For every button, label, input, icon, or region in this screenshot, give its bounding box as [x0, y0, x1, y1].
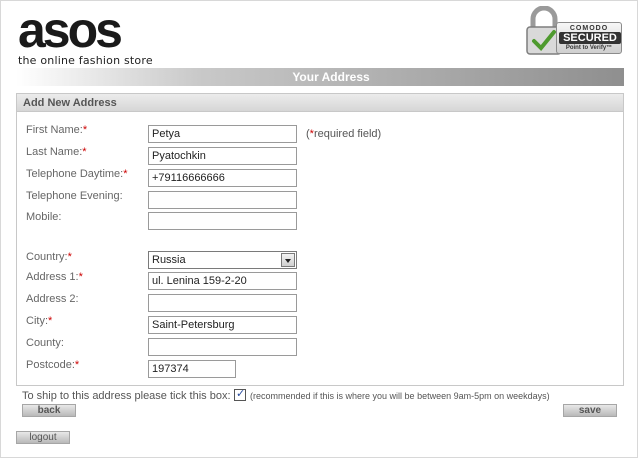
telephone-daytime-input[interactable]: +79116666666: [148, 169, 297, 187]
county-label: County:: [26, 337, 64, 349]
badge-secured: SECURED: [559, 32, 621, 44]
country-select[interactable]: Russia: [148, 251, 297, 269]
chevron-down-icon[interactable]: [281, 253, 295, 267]
address1-input[interactable]: ul. Lenina 159-2-20: [148, 272, 297, 290]
logo-text: asos: [18, 2, 123, 58]
telephone-evening-input[interactable]: [148, 191, 297, 209]
last-name-input[interactable]: Pyatochkin: [148, 147, 297, 165]
first-name-input[interactable]: Petya: [148, 125, 297, 143]
address1-label: Address 1:*: [26, 271, 83, 283]
country-label: Country:*: [26, 251, 72, 263]
telephone-daytime-label: Telephone Daytime:*: [26, 168, 128, 180]
badge-panel: COMODO SECURED Point to Verify™: [556, 22, 622, 54]
ship-checkbox-label: To ship to this address please tick this…: [22, 390, 231, 402]
required-field-note: (*required field): [306, 128, 382, 140]
form-heading: Add New Address: [23, 97, 117, 109]
logout-button[interactable]: logout: [16, 431, 70, 444]
city-input[interactable]: Saint-Petersburg: [148, 316, 297, 334]
comodo-secured-badge[interactable]: COMODO SECURED Point to Verify™: [524, 6, 624, 58]
logo-tagline: the online fashion store: [18, 54, 153, 67]
mobile-input[interactable]: [148, 212, 297, 230]
postcode-label: Postcode:*: [26, 359, 80, 371]
title-bar: Your Address: [16, 68, 624, 86]
page-title: Your Address: [292, 70, 370, 84]
address2-label: Address 2:: [26, 293, 79, 305]
ship-recommendation-note: (recommended if this is where you will b…: [250, 391, 550, 401]
back-button[interactable]: back: [22, 404, 76, 417]
address2-input[interactable]: [148, 294, 297, 312]
city-label: City:*: [26, 315, 53, 327]
save-button[interactable]: save: [563, 404, 617, 417]
country-selected-value: Russia: [152, 254, 186, 266]
county-input[interactable]: [148, 338, 297, 356]
mobile-label: Mobile:: [26, 211, 62, 223]
badge-verify: Point to Verify™: [565, 45, 613, 51]
postcode-input[interactable]: 197374: [148, 360, 236, 378]
badge-brand: COMODO: [569, 25, 609, 32]
first-name-label: First Name:*: [26, 124, 88, 136]
last-name-label: Last Name:*: [26, 146, 87, 158]
form-heading-bar: Add New Address: [17, 94, 623, 112]
telephone-evening-label: Telephone Evening:: [26, 190, 123, 202]
asos-logo[interactable]: asos the online fashion store: [18, 2, 178, 67]
ship-to-address-checkbox[interactable]: [234, 387, 246, 401]
